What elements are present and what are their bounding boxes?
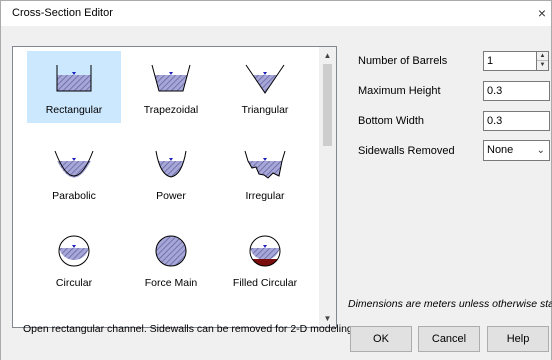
help-button[interactable]: Help — [487, 326, 549, 352]
parabolic-channel-icon — [54, 150, 94, 178]
title-bar: Cross-Section Editor × — [0, 0, 552, 26]
max-height-label: Maximum Height — [358, 85, 441, 97]
shape-tile-circular[interactable]: Circular — [27, 224, 121, 296]
shape-description: Open rectangular channel. Sidewalls can … — [23, 323, 356, 335]
sidewalls-label: Sidewalls Removed — [358, 145, 455, 157]
shape-tile-rectangular[interactable]: Rectangular — [27, 51, 121, 123]
shape-tile-irregular[interactable]: Irregular — [218, 137, 312, 209]
close-icon[interactable]: × — [535, 5, 549, 21]
shape-tile-force-main[interactable]: Force Main — [124, 224, 218, 296]
shape-label: Parabolic — [52, 190, 96, 202]
stepper-buttons: ▲ ▼ — [537, 51, 549, 71]
shape-tile-parabolic[interactable]: Parabolic — [27, 137, 121, 209]
power-channel-icon — [155, 150, 187, 178]
shape-tile-trapezoidal[interactable]: Trapezoidal — [124, 51, 218, 123]
barrels-stepper[interactable]: 1 ▲ ▼ — [483, 51, 549, 71]
barrels-value[interactable]: 1 — [483, 51, 537, 71]
scroll-thumb[interactable] — [323, 64, 332, 146]
shape-tile-filled-circular[interactable]: Filled Circular — [218, 224, 312, 296]
shape-tile-triangular[interactable]: Triangular — [218, 51, 312, 123]
triangular-channel-icon — [245, 64, 285, 94]
irregular-channel-icon — [244, 150, 286, 179]
sidewalls-value: None — [487, 144, 514, 156]
shape-label: Filled Circular — [232, 277, 298, 289]
window-title: Cross-Section Editor — [12, 7, 113, 19]
shape-label: Rectangular — [45, 104, 103, 116]
max-height-field[interactable] — [483, 81, 550, 101]
circular-pipe-icon — [58, 235, 90, 267]
spin-up-icon[interactable]: ▲ — [537, 52, 548, 61]
scroll-up-icon[interactable]: ▲ — [319, 47, 336, 64]
shape-gallery[interactable]: Rectangular Trapezoidal Triangular Parab… — [12, 46, 337, 328]
shape-label: Force Main — [144, 277, 198, 289]
ok-button[interactable]: OK — [350, 326, 412, 352]
spin-down-icon[interactable]: ▼ — [537, 61, 548, 70]
shape-label: Power — [156, 190, 186, 202]
chevron-down-icon: ⌄ — [536, 145, 545, 156]
bottom-width-field[interactable] — [483, 111, 550, 131]
shape-label: Triangular — [241, 104, 289, 116]
sidewalls-dropdown[interactable]: None ⌄ — [483, 140, 550, 161]
rectangular-channel-icon — [56, 65, 92, 92]
bottom-width-label: Bottom Width — [358, 115, 425, 127]
gallery-scrollbar[interactable]: ▲ ▼ — [319, 47, 336, 327]
shape-label: Circular — [55, 277, 93, 289]
filled-circular-pipe-icon — [249, 235, 281, 267]
barrels-label: Number of Barrels — [358, 55, 448, 67]
trapezoidal-channel-icon — [151, 64, 191, 92]
shape-label: Trapezoidal — [143, 104, 199, 116]
shape-tile-power[interactable]: Power — [124, 137, 218, 209]
force-main-pipe-icon — [155, 235, 187, 267]
units-note: Dimensions are meters unless otherwise s… — [348, 298, 552, 310]
shape-label: Irregular — [245, 190, 285, 202]
dialog-body: Rectangular Trapezoidal Triangular Parab… — [0, 26, 552, 360]
cancel-button[interactable]: Cancel — [418, 326, 480, 352]
